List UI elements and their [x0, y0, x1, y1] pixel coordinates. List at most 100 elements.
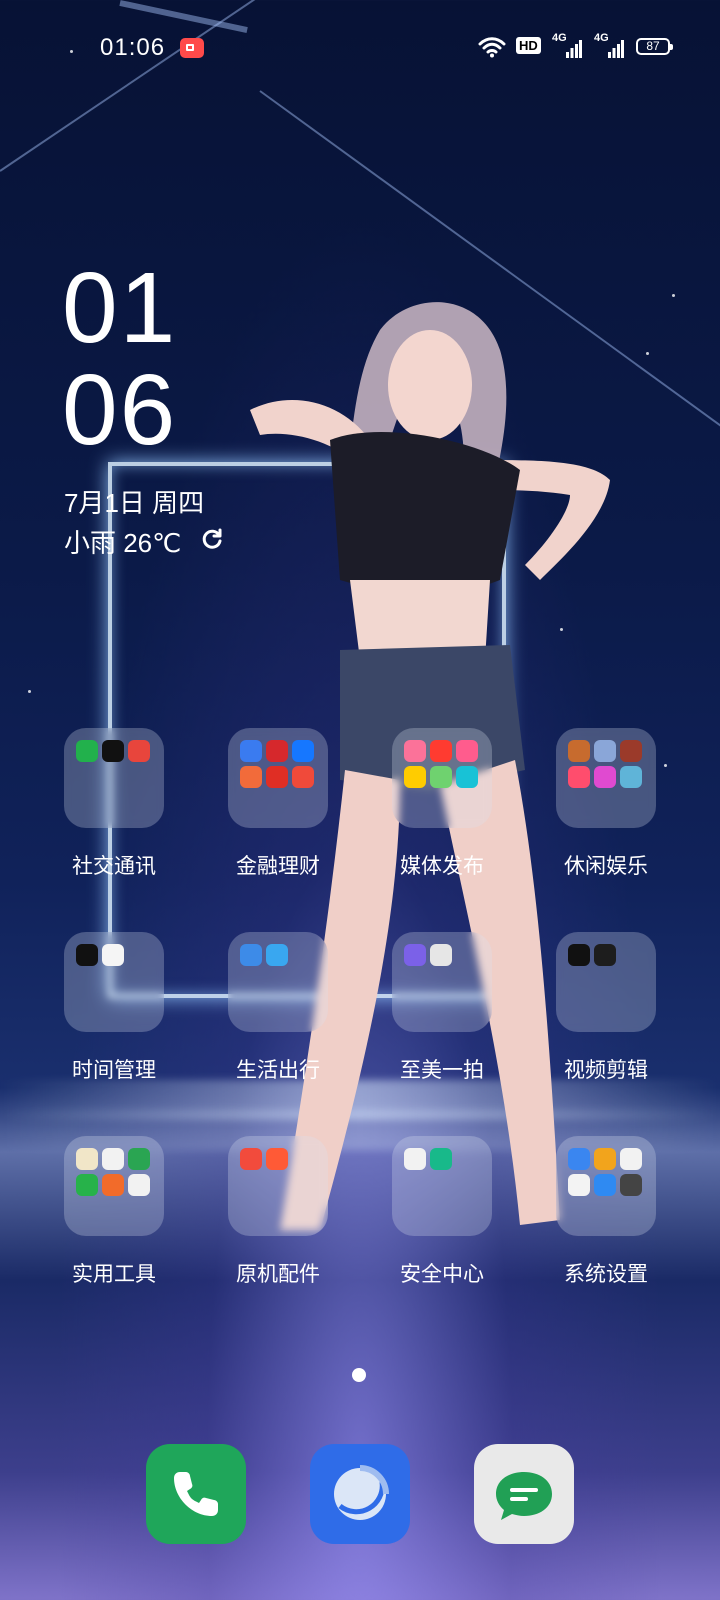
phone-app[interactable] — [146, 1444, 246, 1544]
folder-label: 休闲娱乐 — [564, 855, 648, 878]
folder-icon — [392, 1136, 492, 1236]
star — [646, 352, 649, 355]
sim2-network-type: 4G — [594, 32, 609, 44]
folder-media[interactable]: 媒体发布 — [392, 728, 492, 878]
game-icon — [620, 740, 642, 762]
browser-app[interactable] — [310, 1444, 410, 1544]
screen-record-icon — [180, 38, 204, 58]
messages-icon — [496, 1472, 552, 1520]
battery-icon: 87 — [636, 38, 673, 55]
apps-manager-icon — [430, 1148, 452, 1170]
wechat-icon — [76, 740, 98, 762]
pinduoduo-icon — [266, 766, 288, 788]
weather-text: 小雨 26℃ — [64, 528, 182, 558]
date-text: 7月1日 周四 — [64, 488, 205, 518]
cloud-app-icon — [568, 1148, 590, 1170]
video-editor-icon — [568, 944, 590, 966]
shield-app-icon — [404, 1148, 426, 1170]
pen-app-icon — [102, 1174, 124, 1196]
star — [672, 294, 675, 297]
folder-life[interactable]: 生活出行 — [228, 932, 328, 1082]
tools-app-icon — [102, 1148, 124, 1170]
notes-app-icon — [76, 1148, 98, 1170]
folder-icon — [392, 728, 492, 828]
folder-label: 视频剪辑 — [564, 1059, 648, 1082]
bank-icon — [266, 740, 288, 762]
theme-app-icon — [620, 1148, 642, 1170]
folder-label: 系统设置 — [564, 1263, 648, 1286]
folder-icon — [64, 1136, 164, 1236]
folder-label: 时间管理 — [72, 1059, 156, 1082]
kuaiying-icon — [594, 944, 616, 966]
folder-icon — [228, 1136, 328, 1236]
video-icon — [430, 740, 452, 762]
navigation-app-icon — [240, 944, 262, 966]
folder-photo[interactable]: 至美一拍 — [392, 932, 492, 1082]
folder-icon — [392, 932, 492, 1032]
folder-finance[interactable]: 金融理财 — [228, 728, 328, 878]
signal-bars-icon — [566, 40, 582, 58]
folder-app-icon — [594, 1174, 616, 1196]
phone-icon — [174, 1472, 218, 1516]
finance-app-icon — [240, 766, 262, 788]
bell-app-icon — [404, 766, 426, 788]
settings-app-icon — [620, 1174, 642, 1196]
browser-icon — [334, 1465, 389, 1520]
game-icon — [594, 766, 616, 788]
folder-label: 金融理财 — [236, 855, 320, 878]
star — [664, 764, 667, 767]
folder-label: 生活出行 — [236, 1059, 320, 1082]
media-app-icon — [456, 740, 478, 762]
game-icon — [568, 766, 590, 788]
folder-icon — [556, 728, 656, 828]
folder-security[interactable]: 安全中心 — [392, 1136, 492, 1286]
folder-label: 实用工具 — [72, 1263, 156, 1286]
wifi-icon — [478, 37, 506, 58]
camera-app-icon — [430, 944, 452, 966]
status-time: 01:06 — [100, 34, 166, 61]
clock-app-icon — [76, 944, 98, 966]
folder-label: 安全中心 — [400, 1263, 484, 1286]
bilibili-icon — [404, 740, 426, 762]
folder-label: 媒体发布 — [400, 855, 484, 878]
gallery-app-icon — [404, 944, 426, 966]
signal-bars-icon — [608, 40, 624, 58]
alipay-icon — [292, 740, 314, 762]
folder-label: 至美一拍 — [400, 1059, 484, 1082]
status-bar: 01:06 HD 4G 4G 87 — [0, 30, 720, 66]
game-icon — [568, 740, 590, 762]
cartoon-app-icon — [430, 766, 452, 788]
qq-icon — [102, 740, 124, 762]
folder-icon — [64, 728, 164, 828]
video-player-icon — [266, 1148, 288, 1170]
folder-accessories[interactable]: 原机配件 — [228, 1136, 328, 1286]
contacts-app-icon — [594, 1148, 616, 1170]
wallpaper-line — [0, 0, 300, 172]
calendar-app-icon — [102, 944, 124, 966]
folder-system-settings[interactable]: 系统设置 — [556, 1136, 656, 1286]
folder-icon — [228, 932, 328, 1032]
page-indicator-dot — [352, 1368, 366, 1382]
docs-app-icon — [128, 1148, 150, 1170]
clock-hour: 01 — [62, 252, 178, 364]
star — [28, 690, 31, 693]
folder-icon — [64, 932, 164, 1032]
folder-social[interactable]: 社交通讯 — [64, 728, 164, 878]
weather-app-icon — [266, 944, 288, 966]
folder-label: 原机配件 — [236, 1263, 320, 1286]
music-app-icon — [568, 1174, 590, 1196]
notes-app-icon — [620, 766, 642, 788]
folder-entertainment[interactable]: 休闲娱乐 — [556, 728, 656, 878]
folder-time[interactable]: 时间管理 — [64, 932, 164, 1082]
folder-tools[interactable]: 实用工具 — [64, 1136, 164, 1286]
wallet-icon — [240, 740, 262, 762]
grid-app-icon — [128, 1174, 150, 1196]
sim1-network-type: 4G — [552, 32, 567, 44]
folder-video-edit[interactable]: 视频剪辑 — [556, 932, 656, 1082]
messages-app[interactable] — [474, 1444, 574, 1544]
folder-label: 社交通讯 — [72, 855, 156, 878]
refresh-icon[interactable] — [200, 527, 224, 551]
hd-badge: HD — [516, 37, 541, 54]
shopping-icon — [292, 766, 314, 788]
music-app-icon — [240, 1148, 262, 1170]
